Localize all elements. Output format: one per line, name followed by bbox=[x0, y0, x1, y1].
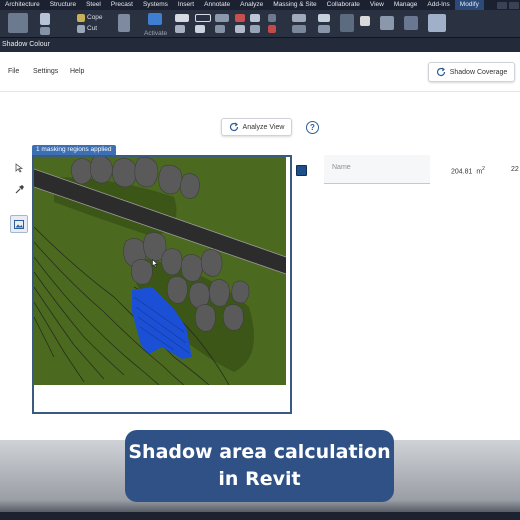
ribbon-toggle-icon bbox=[508, 1, 519, 9]
menu-settings[interactable]: Settings bbox=[33, 68, 58, 75]
menu-file[interactable]: File bbox=[8, 68, 19, 75]
tab-systems[interactable]: Systems bbox=[138, 0, 173, 10]
cut-icon[interactable] bbox=[77, 25, 85, 33]
shadow-tool-icon[interactable] bbox=[428, 14, 446, 32]
measure-panel-icon[interactable] bbox=[380, 16, 394, 30]
status-bar bbox=[0, 512, 520, 520]
refresh-icon bbox=[436, 67, 445, 77]
split-icon[interactable] bbox=[215, 25, 225, 33]
eyedropper-icon bbox=[15, 184, 24, 193]
cope-label[interactable]: Cope bbox=[87, 14, 103, 21]
create-group-icon[interactable] bbox=[318, 14, 330, 22]
help-icon[interactable]: ? bbox=[306, 121, 319, 134]
mouse-cursor-icon bbox=[152, 259, 159, 268]
ribbon-tab-bar: Architecture Structure Steel Precast Sys… bbox=[0, 0, 520, 10]
masking-regions-label: 1 masking regions applied bbox=[32, 145, 116, 155]
area-exponent: 2 bbox=[482, 166, 485, 172]
activate-label[interactable]: Activate bbox=[144, 30, 167, 37]
window-title: Shadow Colour bbox=[2, 41, 50, 48]
site-plan-image bbox=[34, 157, 287, 412]
name-placeholder: Name bbox=[332, 164, 351, 171]
shadow-color-swatch[interactable] bbox=[296, 165, 307, 176]
tab-insert[interactable]: Insert bbox=[173, 0, 199, 10]
paste-icon[interactable] bbox=[40, 13, 50, 25]
menu-help[interactable]: Help bbox=[70, 68, 84, 75]
array-icon[interactable] bbox=[235, 25, 245, 33]
image-tool[interactable] bbox=[10, 215, 28, 233]
ribbon-panel: Cope Cut Activate bbox=[0, 10, 520, 38]
shadow-coverage-button[interactable]: Shadow Coverage bbox=[428, 62, 515, 82]
clipboard-icon[interactable] bbox=[40, 27, 50, 35]
select-tool[interactable] bbox=[10, 159, 28, 177]
dimension-icon[interactable] bbox=[292, 25, 306, 33]
create-assembly-icon[interactable] bbox=[318, 25, 330, 33]
area-value-second: 22 bbox=[511, 166, 519, 173]
window-titlebar: Shadow Colour bbox=[0, 38, 520, 52]
join-icon[interactable] bbox=[118, 14, 130, 32]
menu-bar: File Settings Help Shadow Coverage bbox=[0, 52, 520, 92]
measure-icon[interactable] bbox=[292, 14, 306, 22]
pin-icon[interactable] bbox=[268, 14, 276, 22]
ribbon-toggle-icon bbox=[496, 1, 507, 9]
tab-architecture[interactable]: Architecture bbox=[0, 0, 45, 10]
cope-icon[interactable] bbox=[77, 14, 85, 22]
tab-add-ins[interactable]: Add-Ins bbox=[422, 0, 454, 10]
move-icon[interactable] bbox=[235, 14, 245, 22]
rotate-icon[interactable] bbox=[175, 25, 185, 33]
refresh-icon bbox=[229, 122, 238, 132]
shadow-coverage-label: Shadow Coverage bbox=[449, 68, 508, 76]
analysis-viewport[interactable] bbox=[32, 155, 292, 414]
activate-icon[interactable] bbox=[148, 13, 162, 25]
shadow-colour-window: File Settings Help Shadow Coverage Analy… bbox=[0, 52, 520, 440]
image-icon bbox=[14, 219, 24, 229]
view-icon[interactable] bbox=[340, 14, 354, 32]
copy-icon[interactable] bbox=[250, 14, 260, 22]
tab-structure[interactable]: Structure bbox=[45, 0, 81, 10]
panel-toggle[interactable] bbox=[492, 1, 520, 9]
pointer-icon bbox=[15, 163, 23, 173]
scale-icon[interactable] bbox=[250, 25, 260, 33]
name-field[interactable]: Name bbox=[324, 155, 430, 184]
tab-annotate[interactable]: Annotate bbox=[199, 0, 235, 10]
tab-manage[interactable]: Manage bbox=[389, 0, 423, 10]
video-caption: Shadow area calculation in Revit bbox=[125, 430, 394, 502]
offset-icon[interactable] bbox=[195, 14, 211, 22]
hide-icon[interactable] bbox=[360, 16, 370, 26]
analyze-view-button[interactable]: Analyze View bbox=[221, 118, 292, 136]
cut-label[interactable]: Cut bbox=[87, 25, 97, 32]
tab-modify[interactable]: Modify bbox=[454, 0, 484, 10]
delete-icon[interactable] bbox=[268, 25, 276, 33]
tab-steel[interactable]: Steel bbox=[81, 0, 106, 10]
modify-select-icon[interactable] bbox=[8, 13, 28, 33]
trim-icon[interactable] bbox=[195, 25, 205, 33]
tab-collaborate[interactable]: Collaborate bbox=[322, 0, 365, 10]
tab-precast[interactable]: Precast bbox=[106, 0, 138, 10]
tab-analyze[interactable]: Analyze bbox=[235, 0, 268, 10]
add-in-icon[interactable] bbox=[404, 16, 418, 30]
tab-view[interactable]: View bbox=[365, 0, 389, 10]
analyze-view-label: Analyze View bbox=[242, 123, 285, 131]
caption-line-1: Shadow area calculation bbox=[128, 441, 391, 463]
area-value: 204.81 m2 bbox=[451, 166, 485, 175]
caption-line-2: in Revit bbox=[218, 468, 301, 490]
tab-massing-site[interactable]: Massing & Site bbox=[268, 0, 321, 10]
mirror-icon[interactable] bbox=[215, 14, 229, 22]
area-number: 204.81 bbox=[451, 168, 473, 176]
eyedropper-tool[interactable] bbox=[10, 180, 28, 198]
align-icon[interactable] bbox=[175, 14, 189, 22]
